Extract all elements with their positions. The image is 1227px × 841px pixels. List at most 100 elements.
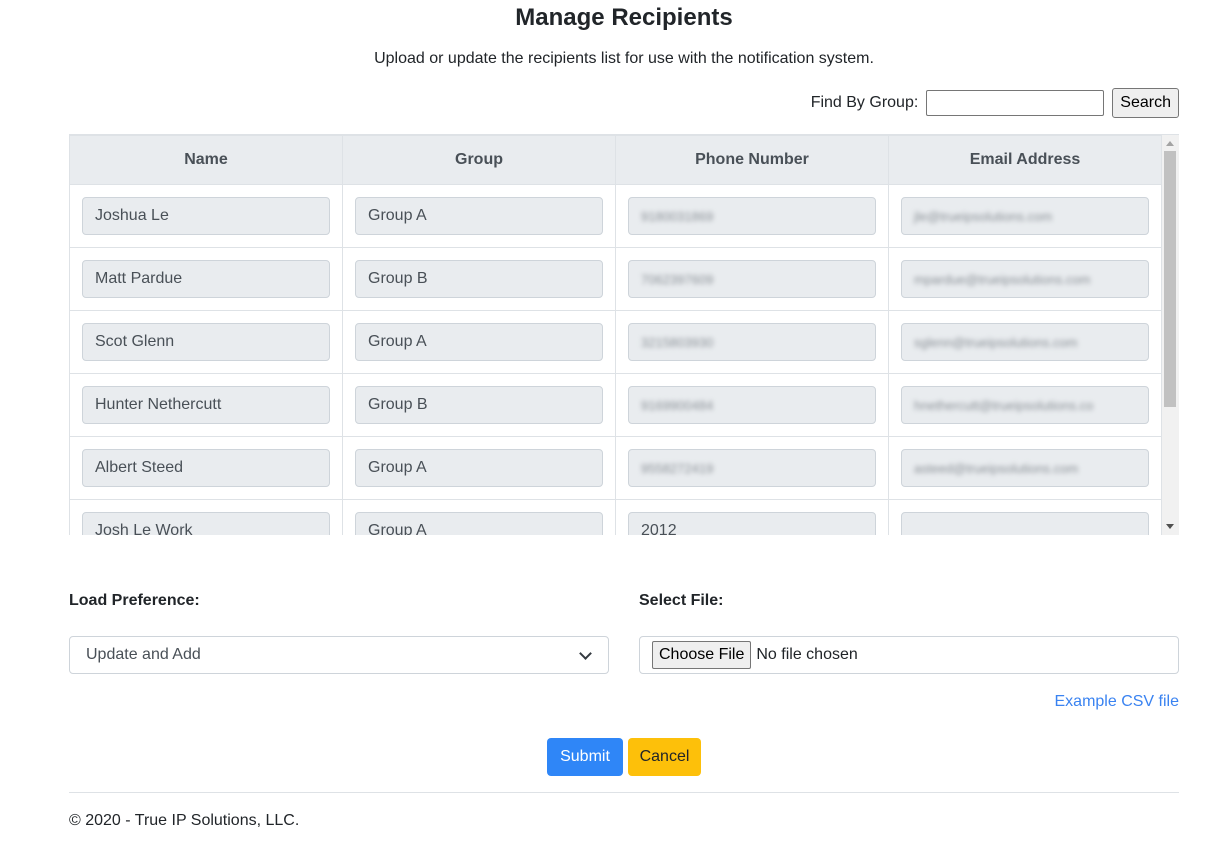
table-cell: Group B [342, 373, 616, 437]
name-field-value: Scot Glenn [95, 333, 175, 350]
name-field[interactable]: Matt Pardue [82, 260, 330, 298]
name-field[interactable]: Hunter Nethercutt [82, 386, 330, 424]
name-field-value: Joshua Le [95, 207, 169, 224]
table-cell: Josh Le Work [69, 499, 343, 535]
table-cell: Group A [342, 499, 616, 535]
name-field-value: Matt Pardue [95, 270, 183, 287]
group-search-input[interactable] [926, 90, 1105, 116]
page-subtitle: Upload or update the recipients list for… [374, 50, 874, 67]
email-field-value: asteed@trueipsolutions.com [914, 460, 1079, 476]
name-field-value: Albert Steed [95, 459, 184, 476]
select-file-label: Select File: [639, 592, 724, 609]
name-field[interactable]: Scot Glenn [82, 323, 330, 361]
name-field[interactable]: Joshua Le [82, 197, 330, 235]
column-header-group: Group [342, 135, 616, 185]
phone-field[interactable]: 9169900484 [628, 386, 876, 424]
chevron-down-icon [579, 646, 592, 660]
phone-field-value: 3215803930 [641, 334, 714, 350]
find-by-group-label: Find By Group: [810, 94, 919, 111]
table-cell: 2012 [615, 499, 889, 535]
name-field[interactable]: Albert Steed [82, 449, 330, 487]
phone-field[interactable]: 2012 [628, 512, 876, 535]
load-preference-label: Load Preference: [69, 592, 200, 609]
group-field-value: Group A [368, 459, 427, 476]
find-by-group: Find By Group: Search [811, 88, 1179, 118]
column-header-phone: Phone Number [615, 135, 889, 185]
table-cell: 9180031869 [615, 184, 889, 248]
name-field-value: Hunter Nethercutt [95, 396, 222, 413]
phone-field[interactable]: 7062397609 [628, 260, 876, 298]
table-cell: mpardue@trueipsolutions.com [888, 247, 1162, 311]
table-cell: 7062397609 [615, 247, 889, 311]
table-row: Albert Steed Group A 9558272419 asteed@true… [69, 436, 1162, 500]
footer-divider [69, 792, 1179, 793]
scroll-thumb[interactable] [1164, 151, 1176, 407]
table-scrollbar[interactable] [1162, 135, 1179, 535]
scroll-down-arrow-icon[interactable] [1166, 524, 1174, 529]
email-field-value: sglenn@trueipsolutions.com [914, 334, 1078, 350]
phone-field-value: 7062397609 [641, 271, 714, 287]
search-button[interactable]: Search [1112, 88, 1179, 118]
group-field-value: Group B [368, 396, 428, 413]
group-field[interactable]: Group B [355, 260, 603, 298]
file-input[interactable]: Choose File No file chosen [639, 636, 1179, 674]
email-field-value: hnethercutt@trueipsolutions.co [914, 397, 1094, 413]
email-field[interactable]: mpardue@trueipsolutions.com [901, 260, 1149, 298]
email-field-value: jle@trueipsolutions.com [914, 208, 1053, 224]
submit-button[interactable]: Submit [547, 738, 623, 776]
recipients-table-container[interactable]: Name Group Phone Number Email Address Jo… [69, 134, 1179, 535]
table-row: Joshua Le Group A 9180031869 jle@trueipsolu… [69, 184, 1162, 248]
table-cell: Scot Glenn [69, 310, 343, 374]
email-field-value: mpardue@trueipsolutions.com [914, 271, 1091, 287]
table-cell: hnethercutt@trueipsolutions.co [888, 373, 1162, 437]
table-cell: sglenn@trueipsolutions.com [888, 310, 1162, 374]
table-cell: Joshua Le [69, 184, 343, 248]
example-csv-link[interactable]: Example CSV file [1055, 693, 1180, 711]
group-field[interactable]: Group A [355, 512, 603, 535]
phone-field-value: 9558272419 [641, 460, 714, 476]
table-cell: 3215803930 [615, 310, 889, 374]
group-field[interactable]: Group A [355, 197, 603, 235]
table-cell: jle@trueipsolutions.com [888, 184, 1162, 248]
recipients-table: Name Group Phone Number Email Address Jo… [69, 135, 1162, 535]
table-row: Josh Le Work Group A 2012 [69, 499, 1162, 535]
table-header-row: Name Group Phone Number Email Address [69, 135, 1162, 185]
email-field[interactable]: jle@trueipsolutions.com [901, 197, 1149, 235]
page-title: Manage Recipients [515, 4, 733, 31]
choose-file-button[interactable]: Choose File [652, 641, 752, 669]
phone-field[interactable]: 9558272419 [628, 449, 876, 487]
phone-field-value: 2012 [641, 522, 677, 535]
phone-field[interactable]: 3215803930 [628, 323, 876, 361]
table-cell: Albert Steed [69, 436, 343, 500]
table-row: Scot Glenn Group A 3215803930 sglenn@trueip… [69, 310, 1162, 374]
table-cell: Group A [342, 310, 616, 374]
phone-field[interactable]: 9180031869 [628, 197, 876, 235]
group-field[interactable]: Group A [355, 323, 603, 361]
table-cell: 9558272419 [615, 436, 889, 500]
file-status: No file chosen [756, 646, 858, 663]
table-cell: Group A [342, 436, 616, 500]
cancel-button[interactable]: Cancel [628, 738, 701, 776]
load-preference-value: Update and Add [86, 646, 201, 663]
email-field[interactable] [901, 512, 1149, 535]
scroll-up-arrow-icon[interactable] [1166, 141, 1174, 146]
table-cell [888, 499, 1162, 535]
group-field-value: Group B [368, 270, 428, 287]
table-cell: 9169900484 [615, 373, 889, 437]
name-field[interactable]: Josh Le Work [82, 512, 330, 535]
group-field[interactable]: Group A [355, 449, 603, 487]
phone-field-value: 9169900484 [641, 397, 714, 413]
table-cell: Group A [342, 184, 616, 248]
email-field[interactable]: asteed@trueipsolutions.com [901, 449, 1149, 487]
table-row: Matt Pardue Group B 7062397609 mpardue@true… [69, 247, 1162, 311]
footer-copyright: © 2020 - True IP Solutions, LLC. [69, 812, 300, 829]
table-cell: asteed@trueipsolutions.com [888, 436, 1162, 500]
name-field-value: Josh Le Work [95, 522, 193, 535]
load-preference-select[interactable]: Update and Add [69, 636, 609, 674]
email-field[interactable]: hnethercutt@trueipsolutions.co [901, 386, 1149, 424]
column-header-name: Name [69, 135, 343, 185]
email-field[interactable]: sglenn@trueipsolutions.com [901, 323, 1149, 361]
table-row: Hunter Nethercutt Group B 9169900484 hnethe… [69, 373, 1162, 437]
group-field-value: Group A [368, 333, 427, 350]
group-field[interactable]: Group B [355, 386, 603, 424]
